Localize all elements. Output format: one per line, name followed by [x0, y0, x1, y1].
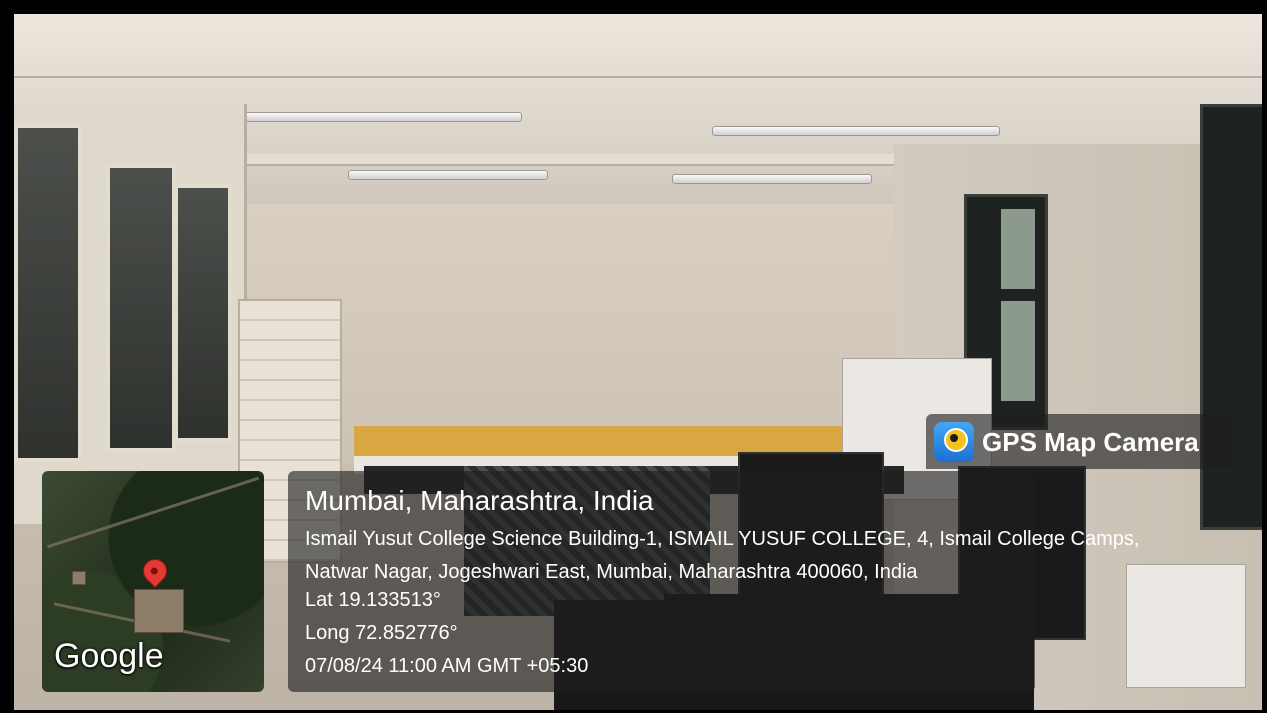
latitude-text: Lat 19.133513° [305, 589, 441, 611]
tube-light [348, 170, 548, 180]
datetime-text: 07/08/24 11:00 AM GMT +05:30 [305, 655, 589, 677]
ceiling-beam [14, 66, 1262, 78]
cabinet-glass [106, 164, 176, 452]
glass-cabinet [14, 104, 247, 524]
map-building [134, 589, 184, 633]
address-text: Ismail Yusut College Science Building-1,… [305, 528, 1140, 583]
tube-light [230, 112, 522, 122]
map-thumbnail: Google [42, 471, 264, 692]
app-badge: GPS Map Camera [926, 414, 1232, 469]
tube-light [672, 174, 872, 184]
back-wall [244, 204, 904, 464]
location-pin-icon [138, 554, 172, 588]
longitude-text: Long 72.852776° [305, 622, 458, 644]
cabinet-glass [174, 184, 232, 442]
location-info-panel: Mumbai, Maharashtra, India Ismail Yusut … [288, 471, 1139, 692]
tube-light [712, 126, 1000, 136]
cabinet-glass [14, 124, 82, 462]
map-logo: Google [54, 637, 164, 675]
app-badge-label: GPS Map Camera [982, 427, 1199, 457]
city-title: Mumbai, Maharashtra, India [305, 485, 654, 516]
gps-camera-icon [934, 422, 974, 462]
map-building [72, 571, 86, 585]
